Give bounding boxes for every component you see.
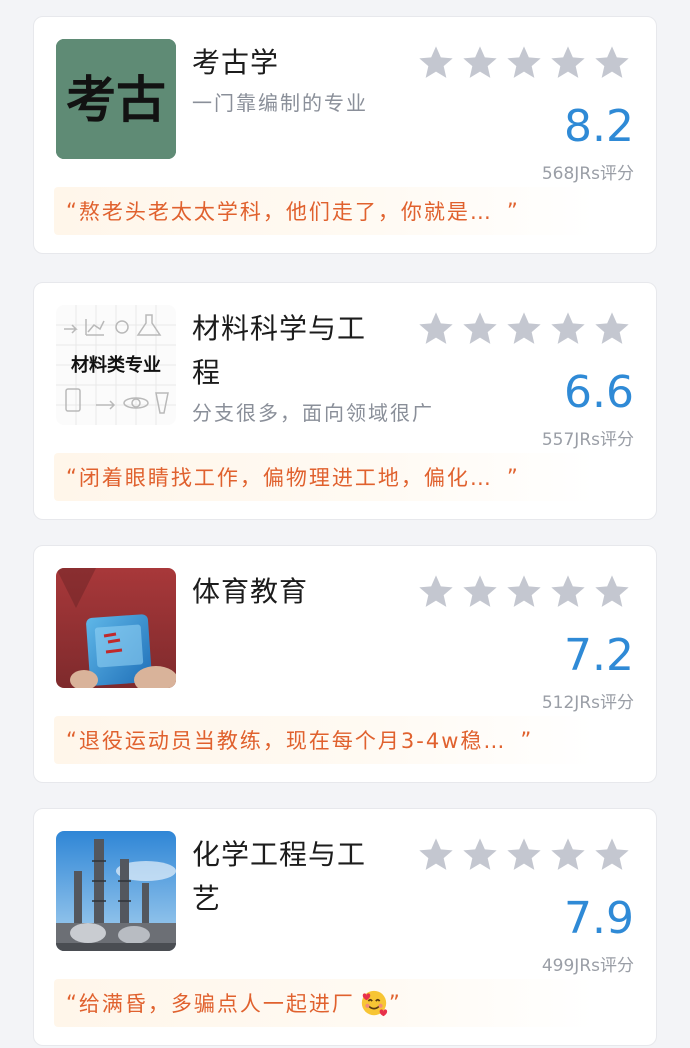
major-subtitle: 分支很多，面向领域很广 <box>192 401 434 425</box>
top-comment[interactable]: “ 熬老头老太太学科，他们走了，你就是… ” <box>54 187 594 235</box>
major-thumbnail: 材料类专业 <box>56 305 176 425</box>
major-title: 体育教育 <box>192 575 309 608</box>
materials-sketch-image: 材料类专业 <box>56 305 176 425</box>
major-card[interactable]: 化学工程与工艺 7.9 499JRs评分 “ 给满昏，多骗点人一起进厂 ” <box>33 808 657 1046</box>
star-icon <box>595 312 629 344</box>
rating-stars <box>414 309 634 349</box>
quote-open: “ <box>66 728 79 752</box>
plant-photo-image <box>56 831 176 951</box>
major-subtitle: 一门靠编制的专业 <box>192 91 368 115</box>
star-icon <box>419 46 453 78</box>
star-icon <box>463 46 497 78</box>
major-card[interactable]: 体育教育 7.2 512JRs评分 “ 退役运动员当教练，现在每个月3-4w稳…… <box>33 545 657 783</box>
major-title: 材料科学与工程 <box>192 312 367 389</box>
photo-image <box>56 568 176 688</box>
rating-stars <box>414 43 634 83</box>
major-thumbnail: 考古 <box>56 39 176 159</box>
star-icon <box>507 838 541 870</box>
top-comment[interactable]: “ 退役运动员当教练，现在每个月3-4w稳… ” <box>54 716 594 764</box>
star-icon <box>595 46 629 78</box>
smiling-face-with-hearts-icon <box>361 990 388 1017</box>
major-title: 考古学 <box>192 46 280 79</box>
rating-score: 6.6 <box>564 367 634 418</box>
major-title: 化学工程与工艺 <box>192 838 367 915</box>
star-icon <box>507 575 541 607</box>
star-icon <box>419 575 453 607</box>
rating-stars <box>414 572 634 612</box>
calligraphy-image: 考古 <box>56 39 176 159</box>
quote-open: “ <box>66 199 79 223</box>
quote-close: ” <box>506 465 520 489</box>
top-comment-text: 给满昏，多骗点人一起进厂 <box>78 992 355 1016</box>
star-icon <box>595 838 629 870</box>
top-comment[interactable]: “ 闭着眼睛找工作，偏物理进工地，偏化… ” <box>54 453 594 501</box>
top-comment-text: 闭着眼睛找工作，偏物理进工地，偏化… <box>78 466 493 490</box>
rating-count: 512JRs评分 <box>541 693 634 713</box>
rating-score: 8.2 <box>564 101 634 152</box>
star-icon <box>551 838 585 870</box>
quote-close: ” <box>388 991 402 1015</box>
major-rating-list: 考古 考古学 一门靠编制的专业 8.2 568JRs评分 “ 熬老头老太太学科，… <box>0 0 690 1048</box>
star-icon <box>463 312 497 344</box>
quote-open: “ <box>66 991 79 1015</box>
rating-stars <box>414 835 634 875</box>
major-thumbnail <box>56 831 176 951</box>
star-icon <box>463 838 497 870</box>
star-icon <box>507 46 541 78</box>
star-icon <box>419 312 453 344</box>
thumbnail-caption: 材料类专业 <box>71 354 161 376</box>
rating-score: 7.9 <box>564 893 634 944</box>
star-icon <box>551 575 585 607</box>
quote-open: “ <box>66 465 79 489</box>
top-comment[interactable]: “ 给满昏，多骗点人一起进厂 ” <box>54 979 594 1027</box>
star-icon <box>551 312 585 344</box>
thumbnail-calligraphy-text: 考古 <box>66 70 166 129</box>
rating-count: 499JRs评分 <box>541 956 634 976</box>
rating-count: 557JRs评分 <box>541 430 634 450</box>
star-icon <box>419 838 453 870</box>
star-icon <box>507 312 541 344</box>
top-comment-text: 熬老头老太太学科，他们走了，你就是… <box>78 200 493 224</box>
star-icon <box>551 46 585 78</box>
star-icon <box>595 575 629 607</box>
top-comment-text: 退役运动员当教练，现在每个月3-4w稳… <box>78 729 507 753</box>
rating-score: 7.2 <box>564 630 634 681</box>
rating-count: 568JRs评分 <box>541 164 634 184</box>
major-card[interactable]: 材料类专业 材料科学与工程 分支很多，面向领域很广 6.6 557JRs评分 “… <box>33 282 657 520</box>
star-icon <box>463 575 497 607</box>
major-thumbnail <box>56 568 176 688</box>
major-card[interactable]: 考古 考古学 一门靠编制的专业 8.2 568JRs评分 “ 熬老头老太太学科，… <box>33 16 657 254</box>
quote-close: ” <box>506 199 520 223</box>
quote-close: ” <box>520 728 534 752</box>
